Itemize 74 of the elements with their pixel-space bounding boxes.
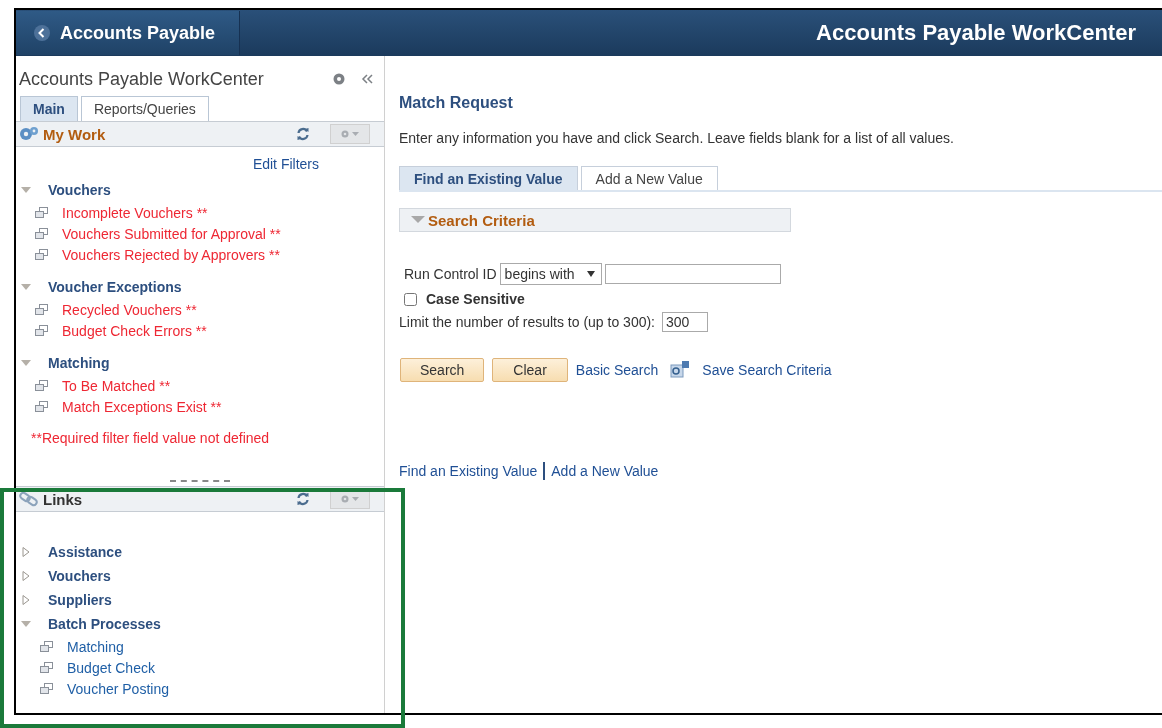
chain-icon: [19, 491, 39, 507]
item-link[interactable]: Voucher Posting: [67, 680, 169, 697]
refresh-icon[interactable]: [296, 492, 310, 506]
save-search-link[interactable]: Save Search Criteria: [702, 362, 832, 378]
checkbox[interactable]: [404, 292, 417, 306]
gears-icon: [19, 125, 39, 143]
group-link[interactable]: Vouchers: [48, 182, 111, 198]
window-icon: [35, 325, 48, 336]
window-icon: [35, 380, 48, 391]
collapse-triangle-icon[interactable]: [20, 185, 32, 195]
group-link[interactable]: Batch Processes: [48, 616, 161, 632]
back-chevron-icon: [34, 25, 50, 41]
window-icon: [40, 662, 53, 673]
back-button[interactable]: Accounts Payable: [16, 11, 240, 55]
gear-menu-button[interactable]: [330, 124, 370, 144]
save-search-icon[interactable]: [670, 361, 691, 379]
operator-dropdown[interactable]: begins with: [499, 263, 602, 285]
item-link[interactable]: Recycled Vouchers **: [62, 301, 197, 318]
pagelet-title: My Work: [43, 125, 107, 143]
dropdown-arrow-icon: [586, 271, 595, 277]
expand-triangle-icon[interactable]: [20, 547, 32, 557]
gear-caret-icon: [340, 494, 360, 504]
item-link[interactable]: Incomplete Vouchers **: [62, 204, 208, 221]
window-icon: [35, 304, 48, 315]
item-link[interactable]: To Be Matched **: [62, 377, 171, 394]
window-icon: [40, 683, 53, 694]
workcenter-title: Accounts Payable WorkCenter: [19, 68, 265, 90]
action-button[interactable]: Clear: [492, 358, 568, 382]
refresh-icon[interactable]: [296, 127, 310, 141]
triangle-icon: [410, 215, 426, 225]
collapse-icon[interactable]: [360, 72, 374, 86]
expand-triangle-icon[interactable]: [20, 571, 32, 581]
group-link[interactable]: Vouchers: [48, 568, 111, 584]
item-link[interactable]: Matching: [67, 638, 124, 655]
search-criteria-header[interactable]: Search Criteria: [399, 208, 791, 232]
item-link[interactable]: Match Exceptions Exist **: [62, 398, 222, 415]
checkbox-label: Case Sensitive: [426, 291, 525, 307]
page-title: Accounts Payable WorkCenter: [816, 20, 1136, 46]
window-icon: [35, 401, 48, 412]
gear-caret-icon: [340, 129, 360, 139]
instructions-text: Enter any information you have and click Search. Leave fields blank for a list of all values.: [399, 130, 955, 146]
limit-input[interactable]: 300: [662, 312, 708, 332]
group-link[interactable]: Assistance: [48, 544, 122, 560]
required-note: **Required filter field value not defined: [31, 430, 271, 446]
tab[interactable]: Add a New Value: [580, 166, 718, 190]
window-icon: [35, 228, 48, 239]
collapse-triangle-icon[interactable]: [20, 358, 32, 368]
collapse-triangle-icon[interactable]: [20, 619, 32, 629]
edit-filters-link[interactable]: Edit Filters: [252, 156, 319, 172]
item-link[interactable]: Vouchers Rejected by Approvers **: [62, 246, 280, 263]
item-link[interactable]: Vouchers Submitted for Approval **: [62, 225, 281, 242]
footer-link[interactable]: Add a New Value: [551, 463, 659, 479]
tab[interactable]: Reports/Queries: [80, 96, 209, 121]
tab[interactable]: Find an Existing Value: [399, 166, 578, 190]
window-icon: [35, 207, 48, 218]
field-label: Run Control ID: [404, 266, 497, 282]
tab[interactable]: Main: [20, 96, 78, 121]
pagelet-title: Links: [43, 490, 84, 508]
page-heading: Match Request: [399, 94, 514, 112]
expand-triangle-icon[interactable]: [20, 595, 32, 605]
action-button[interactable]: Search: [400, 358, 485, 382]
field-label: Limit the number of results to (up to 300):: [399, 314, 655, 330]
group-link[interactable]: Voucher Exceptions: [48, 279, 182, 295]
footer-link[interactable]: Find an Existing Value: [399, 463, 538, 479]
group-link[interactable]: Suppliers: [48, 592, 112, 608]
settings-icon[interactable]: [332, 72, 346, 86]
window-icon: [35, 249, 48, 260]
item-link[interactable]: Budget Check: [67, 659, 155, 676]
item-link[interactable]: Budget Check Errors **: [62, 322, 207, 339]
window-icon: [40, 641, 53, 652]
run-control-input[interactable]: [604, 264, 781, 284]
group-link[interactable]: Matching: [48, 355, 110, 371]
basic-search-link[interactable]: Basic Search: [575, 362, 659, 378]
collapse-triangle-icon[interactable]: [20, 282, 32, 292]
